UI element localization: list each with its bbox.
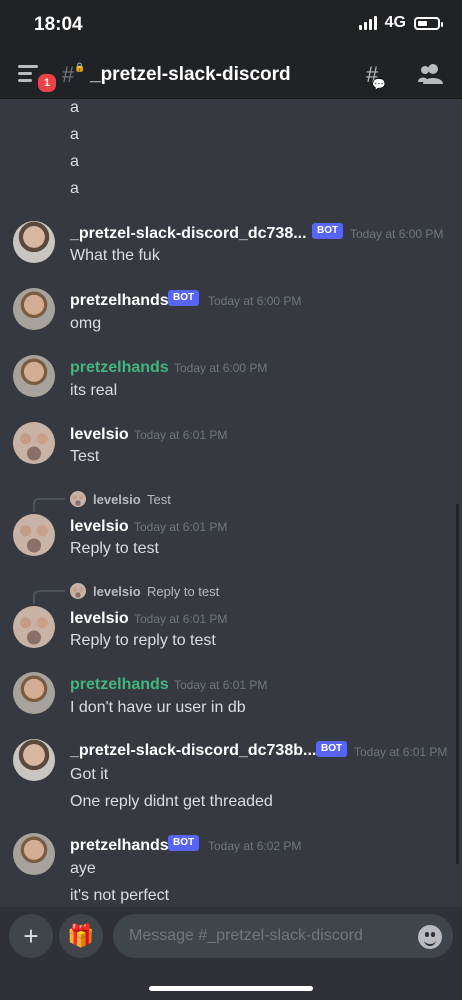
message-text: omg (70, 315, 102, 332)
network-type: 4G (384, 14, 406, 31)
message-text: a (70, 153, 79, 170)
timestamp: Today at 6:00 PM (208, 294, 302, 308)
author-name[interactable]: _pretzel-slack-discord_dc738b... (70, 742, 316, 760)
channel-title[interactable]: _pretzel-slack-discord (90, 64, 291, 86)
bot-tag: BOT (168, 835, 200, 851)
message-text: it's not perfect (70, 887, 170, 904)
reply-preview[interactable]: Test (147, 492, 171, 507)
message-text: Reply to test (70, 540, 159, 557)
message-text: aye (70, 860, 96, 877)
message-input[interactable] (113, 914, 453, 958)
message-text: Reply to reply to test (70, 632, 216, 649)
avatar[interactable] (13, 422, 55, 464)
bot-tag: BOT (316, 741, 348, 757)
message-text: Test (70, 448, 100, 465)
avatar[interactable] (13, 514, 55, 556)
timestamp: Today at 6:01 PM (134, 612, 228, 626)
status-bar: 18:04 4G (0, 0, 462, 50)
bot-tag: BOT (312, 223, 344, 239)
menu-button[interactable]: 1 (18, 62, 58, 94)
menu-icon (18, 65, 38, 68)
message-text: Got it (70, 766, 109, 783)
unread-badge: 1 (36, 72, 58, 94)
reply-preview[interactable]: Reply to test (147, 584, 219, 599)
lock-icon: 🔒 (74, 62, 86, 72)
avatar[interactable] (13, 288, 55, 330)
signal-icon (358, 16, 377, 30)
avatar[interactable] (13, 221, 55, 263)
author-name[interactable]: pretzelhands (70, 292, 169, 310)
author-name[interactable]: pretzelhands (70, 359, 169, 377)
battery-icon (414, 16, 443, 30)
author-name[interactable]: levelsio (70, 610, 129, 628)
status-time: 18:04 (34, 14, 83, 35)
reply-connector (33, 590, 65, 604)
message-text: a (70, 99, 79, 116)
avatar[interactable] (13, 672, 55, 714)
status-indicators: 4G (358, 14, 443, 32)
author-name[interactable]: pretzelhands (70, 676, 169, 694)
menu-icon-line (18, 72, 32, 75)
message-text: a (70, 126, 79, 143)
plus-icon[interactable]: + (9, 914, 53, 958)
timestamp: Today at 6:01 PM (134, 428, 228, 442)
message-composer: + 🎁 (0, 907, 462, 1000)
timestamp: Today at 6:02 PM (208, 839, 302, 853)
author-name[interactable]: levelsio (70, 426, 129, 444)
reply-connector (33, 498, 65, 512)
hash-lock-icon: # (62, 62, 75, 87)
avatar[interactable] (13, 606, 55, 648)
author-name[interactable]: pretzelhands (70, 837, 169, 855)
home-indicator[interactable] (149, 986, 313, 991)
timestamp: Today at 6:00 PM (174, 361, 268, 375)
reply-author[interactable]: levelsio (93, 584, 141, 599)
gift-icon[interactable]: 🎁 (59, 914, 103, 958)
author-name[interactable]: levelsio (70, 518, 129, 536)
scrollbar[interactable] (456, 504, 459, 864)
emoji-icon[interactable] (418, 925, 442, 949)
reply-avatar (70, 583, 86, 599)
bot-tag: BOT (168, 290, 200, 306)
message-text: What the fuk (70, 247, 160, 264)
avatar[interactable] (13, 833, 55, 875)
message-text: One reply didnt get threaded (70, 793, 273, 810)
message-text: I don't have ur user in db (70, 699, 246, 716)
timestamp: Today at 6:00 PM (350, 227, 444, 241)
threads-icon[interactable]: #💬 (366, 63, 394, 92)
emoji-mouth (424, 938, 436, 946)
reply-avatar (70, 491, 86, 507)
avatar[interactable] (13, 739, 55, 781)
timestamp: Today at 6:01 PM (134, 520, 228, 534)
author-name[interactable]: _pretzel-slack-discord_dc738... (70, 225, 307, 243)
timestamp: Today at 6:01 PM (354, 745, 448, 759)
message-text: a (70, 180, 79, 197)
timestamp: Today at 6:01 PM (174, 678, 268, 692)
menu-icon-line (18, 79, 32, 82)
message-list[interactable]: a a a a _pretzel-slack-discord_dc738... … (0, 99, 462, 907)
members-icon[interactable] (418, 62, 444, 86)
channel-header: 1 # 🔒 _pretzel-slack-discord #💬 (0, 50, 462, 99)
reply-author[interactable]: levelsio (93, 492, 141, 507)
message-text: its real (70, 382, 118, 399)
avatar[interactable] (13, 355, 55, 397)
